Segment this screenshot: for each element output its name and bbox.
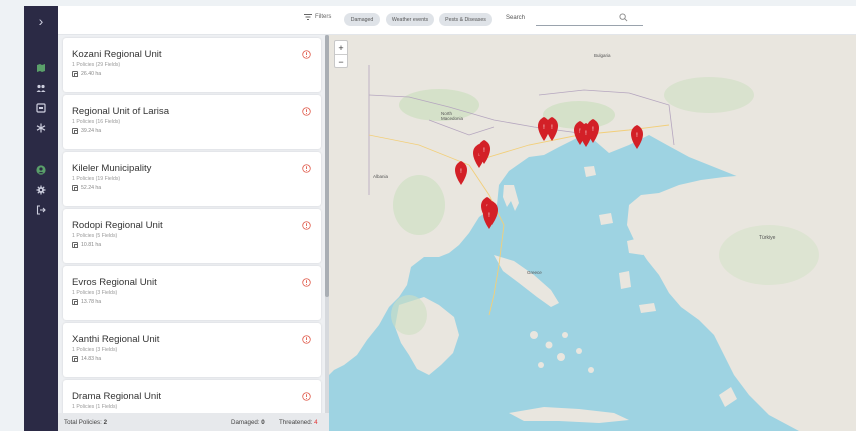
chip-damaged[interactable]: Damaged xyxy=(344,13,380,26)
map-view[interactable]: Bulgaria Albania North Macedonia Greece … xyxy=(329,35,856,431)
avatar-icon[interactable] xyxy=(24,162,58,178)
warning-icon[interactable] xyxy=(302,392,311,401)
app-frame: › Filters Damaged Weather events Pests &… xyxy=(0,0,856,431)
area-icon xyxy=(72,185,78,191)
warning-icon[interactable] xyxy=(302,50,311,59)
region-area: 13.78 ha xyxy=(72,299,101,305)
area-icon xyxy=(72,356,78,362)
map-marker[interactable]: ! xyxy=(631,125,643,149)
users-icon[interactable] xyxy=(24,80,58,96)
region-card[interactable]: Drama Regional Unit 1 Policies (1 Fields… xyxy=(63,380,321,413)
warning-icon[interactable] xyxy=(302,335,311,344)
map-icon[interactable] xyxy=(24,60,58,76)
map-marker[interactable]: ! xyxy=(546,117,558,141)
area-icon xyxy=(72,242,78,248)
expand-sidebar-button[interactable]: › xyxy=(24,6,58,36)
region-area: 14.83 ha xyxy=(72,356,101,362)
warning-icon[interactable] xyxy=(302,164,311,173)
snowflake-icon[interactable] xyxy=(24,120,58,136)
warning-icon[interactable] xyxy=(302,221,311,230)
region-card[interactable]: Regional Unit of Larisa 1 Policies (16 F… xyxy=(63,95,321,149)
map-marker[interactable]: ! xyxy=(455,161,467,185)
zoom-out-button[interactable]: − xyxy=(335,55,347,68)
region-list: Kozani Regional Unit 1 Policies (29 Fiel… xyxy=(58,35,328,413)
chip-weather-events[interactable]: Weather events xyxy=(386,13,434,26)
region-policies: 1 Policies (1 Fields) xyxy=(72,404,118,410)
zoom-control: + − xyxy=(334,40,348,68)
map-marker[interactable]: ! xyxy=(483,205,495,229)
region-area: 10.81 ha xyxy=(72,242,101,248)
region-title: Regional Unit of Larisa xyxy=(72,106,170,117)
search-input[interactable] xyxy=(536,25,643,26)
region-card[interactable]: Kozani Regional Unit 1 Policies (29 Fiel… xyxy=(63,38,321,92)
region-title: Kozani Regional Unit xyxy=(72,49,162,60)
region-area: 52.24 ha xyxy=(72,185,101,191)
region-area: 39.24 ha xyxy=(72,128,101,134)
region-policies: 1 Policies (5 Fields) xyxy=(72,233,118,239)
region-policies: 1 Policies (29 Fields) xyxy=(72,62,121,68)
logout-icon[interactable] xyxy=(24,202,58,218)
area-icon xyxy=(72,71,78,77)
search-icon[interactable] xyxy=(619,13,628,22)
filters-button[interactable]: Filters xyxy=(304,14,331,20)
region-policies: 1 Policies (16 Fields) xyxy=(72,119,121,125)
region-card[interactable]: Kileler Municipality 1 Policies (19 Fiel… xyxy=(63,152,321,206)
region-title: Rodopi Regional Unit xyxy=(72,220,163,231)
filters-label: Filters xyxy=(315,14,332,20)
zoom-in-button[interactable]: + xyxy=(335,41,347,54)
region-title: Evros Regional Unit xyxy=(72,277,157,288)
region-title: Drama Regional Unit xyxy=(72,391,162,402)
total-policies: Total Policies: 2 xyxy=(64,419,108,426)
region-title: Kileler Municipality xyxy=(72,163,152,174)
region-card[interactable]: Xanthi Regional Unit 1 Policies (3 Field… xyxy=(63,323,321,377)
area-icon xyxy=(72,128,78,134)
region-title: Xanthi Regional Unit xyxy=(72,334,160,345)
totals-footer: Total Policies: 2 Damaged: 0 Threatened:… xyxy=(58,413,329,431)
area-icon xyxy=(72,299,78,305)
region-policies: 1 Policies (19 Fields) xyxy=(72,176,121,182)
region-policies: 1 Policies (3 Fields) xyxy=(72,290,118,296)
region-card[interactable]: Rodopi Regional Unit 1 Policies (5 Field… xyxy=(63,209,321,263)
top-bar: Filters Damaged Weather events Pests & D… xyxy=(58,6,856,35)
threatened-count: Threatened: 4 xyxy=(279,419,318,426)
damaged-count: Damaged: 0 xyxy=(231,419,265,426)
warning-icon[interactable] xyxy=(302,278,311,287)
warning-icon[interactable] xyxy=(302,107,311,116)
filter-icon xyxy=(304,14,312,20)
inbox-icon[interactable] xyxy=(24,100,58,116)
chip-pests-diseases[interactable]: Pests & Diseases xyxy=(439,13,492,26)
gear-icon[interactable] xyxy=(24,182,58,198)
marker-layer: ! ! ! ! ! ! ! ! ! ! ! ! xyxy=(455,117,643,229)
search-label: Search xyxy=(506,15,526,21)
region-card[interactable]: Evros Regional Unit 1 Policies (3 Fields… xyxy=(63,266,321,320)
region-policies: 1 Policies (3 Fields) xyxy=(72,347,118,353)
sidebar: › xyxy=(24,6,58,431)
region-area: 26.40 ha xyxy=(72,71,101,77)
